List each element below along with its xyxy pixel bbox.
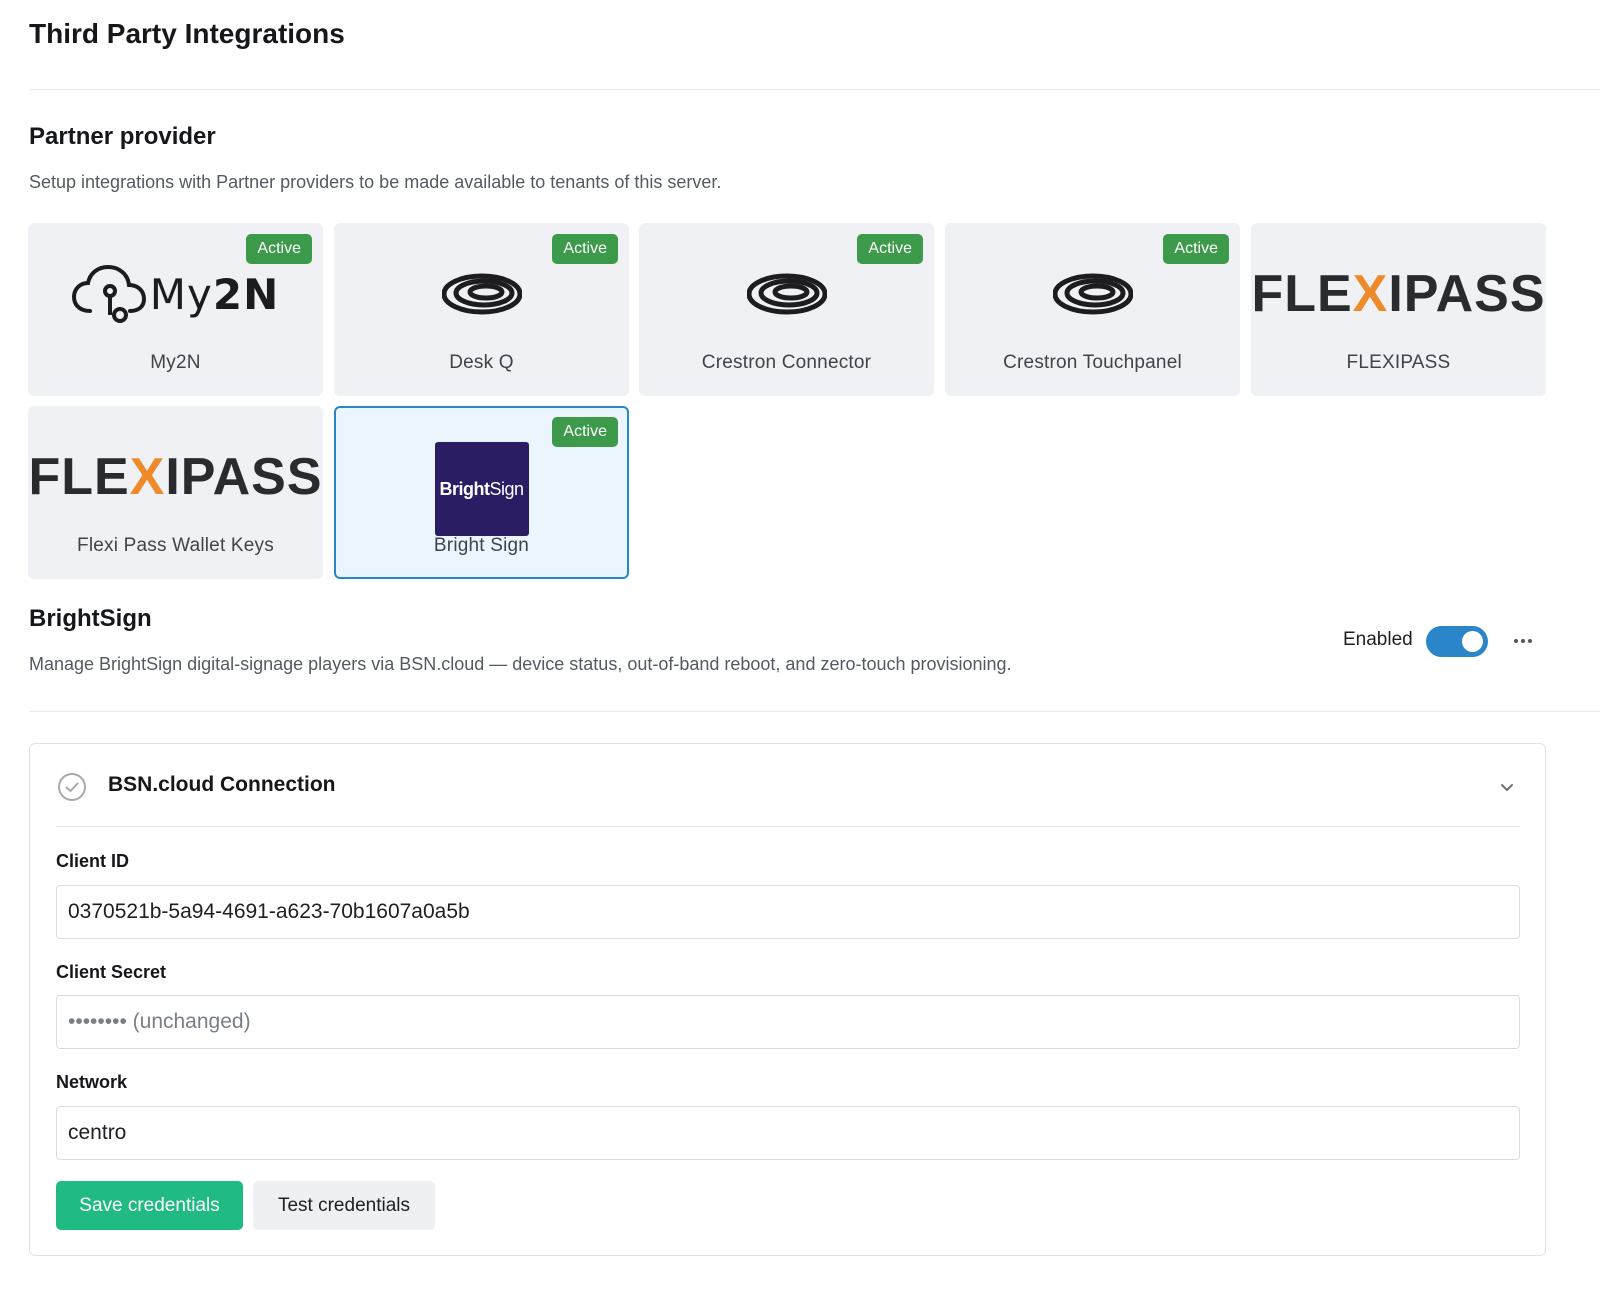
header-divider [29,89,1600,90]
toggle-knob [1462,631,1483,652]
crestron-swirl-icon [746,273,827,315]
page-title: Third Party Integrations [29,18,345,49]
panel-title: BSN.cloud Connection [108,773,336,796]
card-bright-sign[interactable]: Active Bright Sign Bright Sign [334,406,629,579]
card-label: Desk Q [449,352,514,373]
test-credentials-button[interactable]: Test credentials [253,1181,435,1230]
brightsign-logo: Bright Sign [336,408,627,548]
client-id-label: Client ID [56,851,130,871]
card-flexi-pass-wallet-keys[interactable]: FLEXIPASS Flexi Pass Wallet Keys [28,406,323,579]
partner-section-title: Partner provider [29,123,216,150]
card-label: Crestron Connector [701,352,872,373]
crestron-swirl-logo [335,259,628,329]
crestron-swirl-icon [441,273,522,315]
check-circle-icon [58,773,86,801]
client-secret-input[interactable] [56,995,1520,1049]
partner-section-description: Setup integrations with Partner provider… [29,172,722,192]
brightsign-logo-tile: Bright Sign [434,442,529,536]
card-my2n[interactable]: Active My2N My2N [28,223,323,396]
cloud-key-icon [71,264,146,323]
my2n-wordmark: My2N [149,269,280,319]
chevron-down-icon[interactable] [1496,776,1518,798]
enabled-toggle[interactable] [1426,626,1488,657]
flexipass-wordmark: FLEXIPASS [28,448,323,506]
card-label: Flexi Pass Wallet Keys [77,535,274,556]
enabled-label: Enabled [1343,629,1413,650]
card-label: Bright Sign [433,535,530,556]
card-label: FLEXIPASS [1346,352,1451,373]
detail-divider [29,711,1600,712]
save-credentials-button[interactable]: Save credentials [56,1181,243,1230]
bsn-connection-panel: BSN.cloud Connection Client ID Client Se… [29,743,1546,1256]
my2n-logo: My2N [29,259,322,329]
card-crestron-touchpanel[interactable]: Active Crestron Touchpanel [945,223,1240,396]
more-horizontal-icon[interactable] [1510,628,1536,654]
detail-description: Manage BrightSign digital-signage player… [29,654,1012,674]
network-input[interactable] [56,1106,1520,1160]
client-secret-label: Client Secret [56,962,167,982]
card-flexipass[interactable]: FLEXIPASS FLEXIPASS [1251,223,1546,396]
flexipass-wordmark: FLEXIPASS [1251,265,1546,323]
crestron-swirl-logo [946,259,1239,329]
network-label: Network [56,1072,128,1092]
client-id-input[interactable] [56,885,1520,939]
flexipass-logo: FLEXIPASS [1251,259,1546,329]
crestron-swirl-icon [1052,273,1133,315]
card-desk-q[interactable]: Active Desk Q [334,223,629,396]
detail-title: BrightSign [29,605,152,632]
card-crestron-connector[interactable]: Active Crestron Connector [639,223,934,396]
crestron-swirl-logo [640,259,933,329]
card-label: My2N [150,352,201,373]
card-label: Crestron Touchpanel [1003,352,1182,373]
flexipass-logo: FLEXIPASS [28,442,323,512]
panel-divider [56,826,1520,827]
